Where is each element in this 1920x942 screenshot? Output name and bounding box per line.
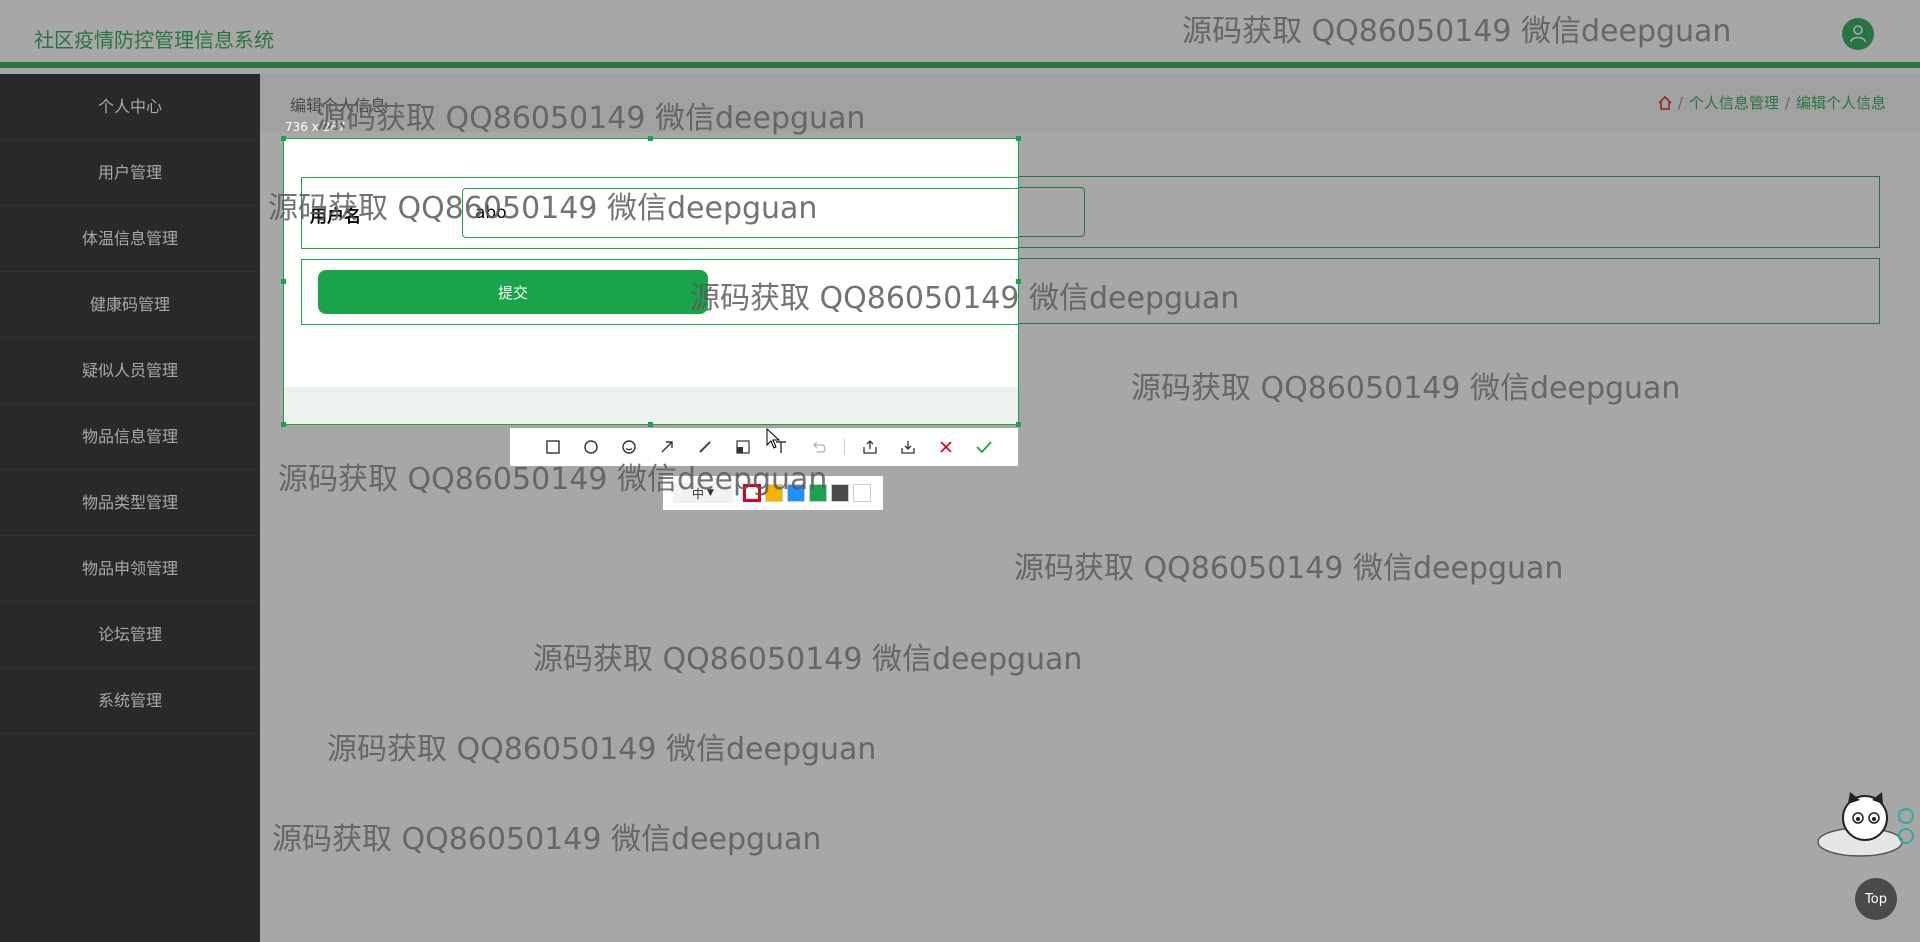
screenshot-selection[interactable]: 用户名 提交 [283, 138, 1019, 425]
selection-size-label: 736 x 287 [285, 120, 346, 134]
pen-icon[interactable] [686, 428, 724, 466]
color-picker-bar: 中 ▼ [663, 476, 883, 510]
home-icon[interactable] [1658, 95, 1672, 110]
app-title: 社区疫情防控管理信息系统 [34, 28, 274, 52]
selection-tint [284, 387, 1018, 424]
resize-handle[interactable] [648, 422, 653, 427]
username-input[interactable] [462, 188, 1018, 238]
submit-row: 提交 [301, 259, 1018, 325]
arrow-icon[interactable] [648, 428, 686, 466]
stroke-size-select[interactable]: 中 ▼ [673, 483, 733, 503]
sidebar-item-health-code[interactable]: 健康码管理 [0, 272, 260, 338]
resize-handle[interactable] [1016, 422, 1021, 427]
color-swatch-yellow[interactable] [765, 484, 783, 502]
resize-handle[interactable] [281, 136, 286, 141]
undo-icon[interactable] [800, 428, 838, 466]
sidebar-item-user-management[interactable]: 用户管理 [0, 140, 260, 206]
chevron-down-icon: ▼ [707, 488, 714, 498]
color-swatch-blue[interactable] [787, 484, 805, 502]
sidebar-item-forum[interactable]: 论坛管理 [0, 602, 260, 668]
back-to-top-button[interactable]: Top [1855, 878, 1897, 920]
toolbar-divider [844, 439, 845, 455]
username-row: 用户名 [301, 177, 1018, 249]
download-icon[interactable] [889, 428, 927, 466]
mouse-cursor-icon [766, 428, 781, 449]
breadcrumb: / 个人信息管理 / 编辑个人信息 [1658, 92, 1886, 113]
color-swatch-white[interactable] [853, 484, 871, 502]
stroke-size-value: 中 [692, 486, 705, 501]
page-header: 编辑个人信息 / 个人信息管理 / 编辑个人信息 [260, 74, 1920, 132]
user-icon [1850, 25, 1866, 43]
breadcrumb-separator: / [1677, 93, 1683, 112]
sidebar-item-suspected[interactable]: 疑似人员管理 [0, 338, 260, 404]
sidebar: 个人中心 用户管理 体温信息管理 健康码管理 疑似人员管理 物品信息管理 物品类… [0, 74, 260, 942]
emoji-icon[interactable] [610, 428, 648, 466]
color-swatch-green[interactable] [809, 484, 827, 502]
color-swatch-red[interactable] [743, 484, 761, 502]
resize-handle[interactable] [281, 422, 286, 427]
close-icon[interactable] [927, 428, 965, 466]
sidebar-item-goods-info[interactable]: 物品信息管理 [0, 404, 260, 470]
resize-handle[interactable] [1016, 279, 1021, 284]
breadcrumb-separator: / [1784, 93, 1790, 112]
username-label: 用户名 [310, 207, 361, 227]
resize-handle[interactable] [1016, 136, 1021, 141]
user-avatar[interactable] [1842, 18, 1874, 50]
breadcrumb-item[interactable]: 个人信息管理 [1689, 92, 1779, 113]
selection-content: 用户名 提交 [284, 139, 1018, 424]
breadcrumb-item[interactable]: 编辑个人信息 [1796, 92, 1886, 113]
confirm-icon[interactable] [965, 428, 1003, 466]
sidebar-item-goods-type[interactable]: 物品类型管理 [0, 470, 260, 536]
sidebar-item-goods-apply[interactable]: 物品申领管理 [0, 536, 260, 602]
sidebar-item-system[interactable]: 系统管理 [0, 668, 260, 734]
screenshot-toolbar [510, 428, 1018, 466]
ellipse-icon[interactable] [572, 428, 610, 466]
resize-handle[interactable] [281, 279, 286, 284]
mosaic-icon[interactable] [724, 428, 762, 466]
page-title: 编辑个人信息 [290, 96, 387, 115]
main-content-copy: 用户名 提交 [284, 139, 1018, 424]
sidebar-item-temperature[interactable]: 体温信息管理 [0, 206, 260, 272]
sidebar-item-personal-center[interactable]: 个人中心 [0, 74, 260, 140]
submit-button[interactable]: 提交 [318, 270, 708, 314]
rectangle-icon[interactable] [534, 428, 572, 466]
cat-mascot-icon[interactable] [1810, 790, 1916, 860]
top-bar: 社区疫情防控管理信息系统 [0, 0, 1920, 68]
share-icon[interactable] [851, 428, 889, 466]
resize-handle[interactable] [648, 136, 653, 141]
color-swatch-gray[interactable] [831, 484, 849, 502]
